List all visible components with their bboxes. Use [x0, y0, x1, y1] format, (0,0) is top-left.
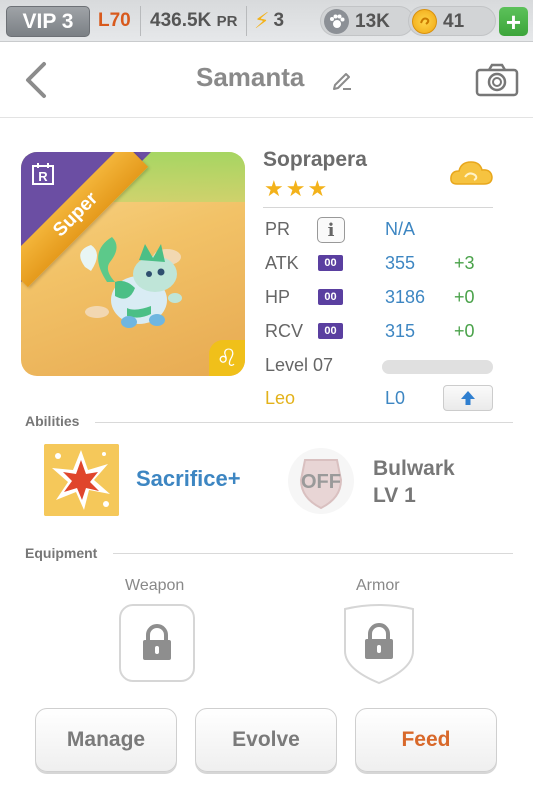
chevron-left-icon: [26, 62, 46, 98]
stat-value: 315: [385, 321, 416, 341]
cloud-element-icon: [449, 156, 495, 192]
stat-badge: 00: [318, 255, 343, 271]
player-power: 436.5K PR: [150, 10, 237, 32]
stat-bonus: +3: [454, 253, 475, 273]
armor-slot[interactable]: [341, 603, 417, 685]
power-value: 436.5K: [150, 10, 212, 31]
divider: [140, 6, 141, 36]
zodiac-level: L0: [385, 388, 406, 408]
stat-value: 355: [385, 253, 416, 273]
leo-zodiac-icon: ♌: [209, 340, 245, 376]
passive-ability-info: Bulwark LV 1: [373, 455, 455, 509]
armor-label: Armor: [356, 577, 400, 594]
stat-row-hp: HP 00 3186 +0: [263, 282, 495, 312]
xp-progress-bar: [382, 360, 493, 374]
paw-icon: [324, 9, 349, 34]
evolve-button[interactable]: Evolve: [195, 708, 337, 772]
stat-value: N/A: [385, 219, 416, 239]
stat-row-rcv: RCV 00 315 +0: [263, 316, 495, 346]
zodiac-row: Leo L0: [263, 383, 495, 413]
page-title: Samanta: [196, 62, 305, 92]
camera-button[interactable]: [474, 62, 520, 98]
passive-ability-name: Bulwark: [373, 457, 455, 480]
power-unit: PR: [216, 13, 238, 30]
stat-bonus: +0: [454, 321, 475, 341]
stat-row-pr: PR i N/A: [263, 214, 495, 244]
stat-value: 3186: [385, 287, 426, 307]
stat-label: RCV: [265, 321, 304, 341]
level-label: Level 07: [265, 355, 334, 375]
status-bar: VIP 3 L70 436.5K PR ⚡ 3 13K 41 +: [0, 0, 533, 42]
camera-icon: [475, 63, 519, 97]
info-button[interactable]: i: [317, 217, 345, 243]
divider: [246, 6, 247, 36]
stat-row-atk: ATK 00 355 +3: [263, 248, 495, 278]
paws-counter[interactable]: 13K: [320, 6, 414, 36]
stat-label: HP: [265, 287, 291, 307]
monster-name: Soprapera: [263, 148, 367, 171]
player-level: L70: [98, 10, 131, 31]
coin-icon: [412, 9, 437, 34]
stat-badge: 00: [318, 289, 343, 305]
paws-value: 13K: [355, 11, 390, 32]
divider: [113, 553, 513, 554]
active-ability-name[interactable]: Sacrifice+: [136, 466, 241, 492]
energy-value: 3: [273, 10, 285, 31]
stat-label: PR: [265, 219, 291, 239]
pencil-icon: [333, 73, 351, 90]
lock-icon: [143, 624, 171, 660]
zodiac-upgrade-button[interactable]: [443, 385, 493, 411]
equipment-section-label: Equipment: [25, 545, 98, 561]
back-button[interactable]: [18, 58, 58, 102]
coins-value: 41: [443, 11, 465, 32]
edit-name-button[interactable]: [331, 68, 353, 90]
passive-ability-icon[interactable]: OFF: [285, 446, 357, 516]
abilities-section-label: Abilities: [25, 413, 80, 429]
passive-off-label: OFF: [301, 471, 341, 493]
weapon-slot[interactable]: [119, 604, 195, 682]
rarity-letter: R: [38, 169, 48, 184]
coins-counter[interactable]: 41: [408, 6, 496, 36]
stat-label: ATK: [265, 253, 299, 273]
passive-ability-level: LV 1: [373, 484, 416, 507]
sacrifice-ability-icon[interactable]: [44, 444, 119, 516]
arrow-up-icon: [461, 391, 475, 405]
manage-button[interactable]: Manage: [35, 708, 177, 772]
lightning-icon: ⚡: [254, 8, 270, 33]
page-header: Samanta: [0, 42, 533, 118]
zodiac-label: Leo: [265, 388, 296, 408]
rarity-icon: R: [31, 162, 55, 186]
stat-badge: 00: [318, 323, 343, 339]
weapon-label: Weapon: [125, 577, 185, 594]
feed-button[interactable]: Feed: [355, 708, 497, 772]
energy-counter: ⚡ 3: [254, 8, 284, 34]
add-currency-button[interactable]: +: [499, 7, 528, 36]
stat-bonus: +0: [454, 287, 475, 307]
star-rating: ★★★: [264, 176, 330, 201]
divider: [95, 422, 513, 423]
monster-portrait[interactable]: Super R ♌: [21, 152, 245, 376]
level-row: Level 07: [263, 350, 495, 380]
vip-badge[interactable]: VIP 3: [6, 6, 90, 37]
divider: [263, 207, 493, 208]
